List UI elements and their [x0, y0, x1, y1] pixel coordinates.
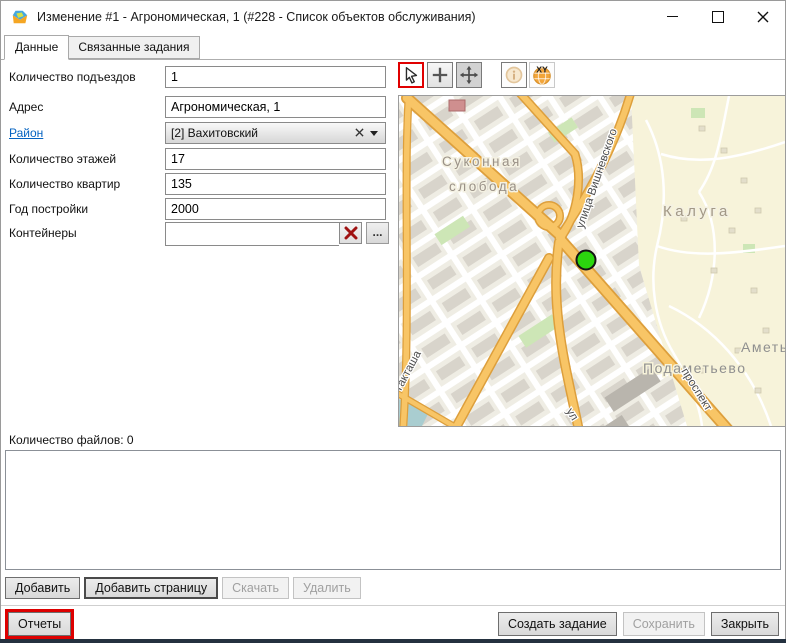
map-label-sloboda: слобода — [449, 179, 519, 194]
year-built-input[interactable] — [165, 198, 386, 220]
close-icon[interactable] — [740, 1, 785, 32]
containers-browse-button[interactable]: ... — [366, 222, 389, 244]
form-row: Количество подъездов — [0, 66, 390, 88]
info-icon — [504, 65, 524, 85]
combo-clear-icon[interactable] — [351, 126, 367, 140]
district-combo-value: [2] Вахитовский — [166, 126, 351, 140]
district-combo[interactable]: [2] Вахитовский — [165, 122, 386, 144]
field-label-entrances: Количество подъездов — [9, 70, 136, 84]
delete-file-button: Удалить — [293, 577, 361, 599]
add-point-button[interactable] — [427, 62, 453, 88]
map-label-amet: Аметь — [741, 339, 785, 355]
app-icon — [11, 8, 29, 26]
entrances-input[interactable] — [165, 66, 386, 88]
move-arrows-icon — [459, 65, 479, 85]
object-marker — [577, 251, 596, 270]
map-label-sukonnaya: Суконная — [442, 154, 522, 169]
minimize-button[interactable] — [650, 1, 695, 32]
window-controls — [650, 1, 785, 32]
create-task-button[interactable]: Создать задание — [498, 612, 617, 636]
map-view[interactable]: Суконная слобода Калуга Подаметьево Амет… — [398, 95, 786, 427]
xy-globe-icon: XY — [531, 64, 553, 86]
add-file-button[interactable]: Добавить — [5, 577, 80, 599]
form-row: Район [2] Вахитовский — [0, 122, 390, 144]
footer-bar: Отчеты Создать задание Сохранить Закрыть — [1, 605, 785, 640]
form-row: Количество квартир — [0, 173, 390, 195]
footer-actions: Создать задание Сохранить Закрыть — [498, 612, 779, 636]
download-file-button: Скачать — [222, 577, 289, 599]
field-label-apartments: Количество квартир — [9, 177, 120, 191]
window-bottom-edge — [0, 639, 786, 643]
dialog-window: Изменение #1 - Агрономическая, 1 (#228 -… — [0, 0, 786, 643]
field-label-address: Адрес — [9, 100, 43, 114]
tab-related-tasks[interactable]: Связанные задания — [68, 36, 199, 59]
window-title: Изменение #1 - Агрономическая, 1 (#228 -… — [37, 10, 476, 24]
combo-dropdown-icon[interactable] — [370, 131, 378, 136]
maximize-button[interactable] — [695, 1, 740, 32]
containers-clear-icon[interactable] — [339, 222, 362, 244]
xy-coordinates-button[interactable]: XY — [529, 62, 555, 88]
files-count-label: Количество файлов: 0 — [9, 433, 134, 447]
field-label-year: Год постройки — [9, 202, 88, 216]
form-row: Контейнеры ... — [0, 222, 390, 244]
field-label-containers: Контейнеры — [9, 226, 77, 240]
info-button — [501, 62, 527, 88]
containers-input[interactable] — [165, 222, 339, 246]
reports-highlight-box: Отчеты — [5, 609, 74, 639]
files-buttons: Добавить Добавить страницу Скачать Удали… — [5, 577, 361, 599]
form-row: Год постройки — [0, 198, 390, 220]
map-label-kaluga: Калуга — [663, 203, 731, 220]
title-bar: Изменение #1 - Агрономическая, 1 (#228 -… — [1, 1, 785, 32]
select-cursor-button[interactable] — [398, 62, 424, 88]
close-button[interactable]: Закрыть — [711, 612, 779, 636]
tab-data[interactable]: Данные — [4, 35, 69, 60]
svg-text:XY: XY — [536, 65, 548, 75]
map-label-podametyevo: Подаметьево — [643, 360, 747, 376]
add-page-button[interactable]: Добавить страницу — [84, 577, 218, 599]
apartments-input[interactable] — [165, 173, 386, 195]
crosshair-icon — [431, 66, 449, 84]
cursor-icon — [401, 65, 421, 85]
pan-move-button[interactable] — [456, 62, 482, 88]
form-row: Количество этажей — [0, 148, 390, 170]
address-input[interactable] — [165, 96, 386, 118]
tab-bar: Данные Связанные задания — [1, 32, 785, 60]
files-list[interactable] — [5, 450, 781, 570]
form-row: Адрес — [0, 96, 390, 118]
floors-input[interactable] — [165, 148, 386, 170]
save-button: Сохранить — [623, 612, 705, 636]
district-link[interactable]: Район — [9, 126, 43, 140]
reports-button[interactable]: Отчеты — [8, 612, 71, 636]
field-label-floors: Количество этажей — [9, 152, 116, 166]
